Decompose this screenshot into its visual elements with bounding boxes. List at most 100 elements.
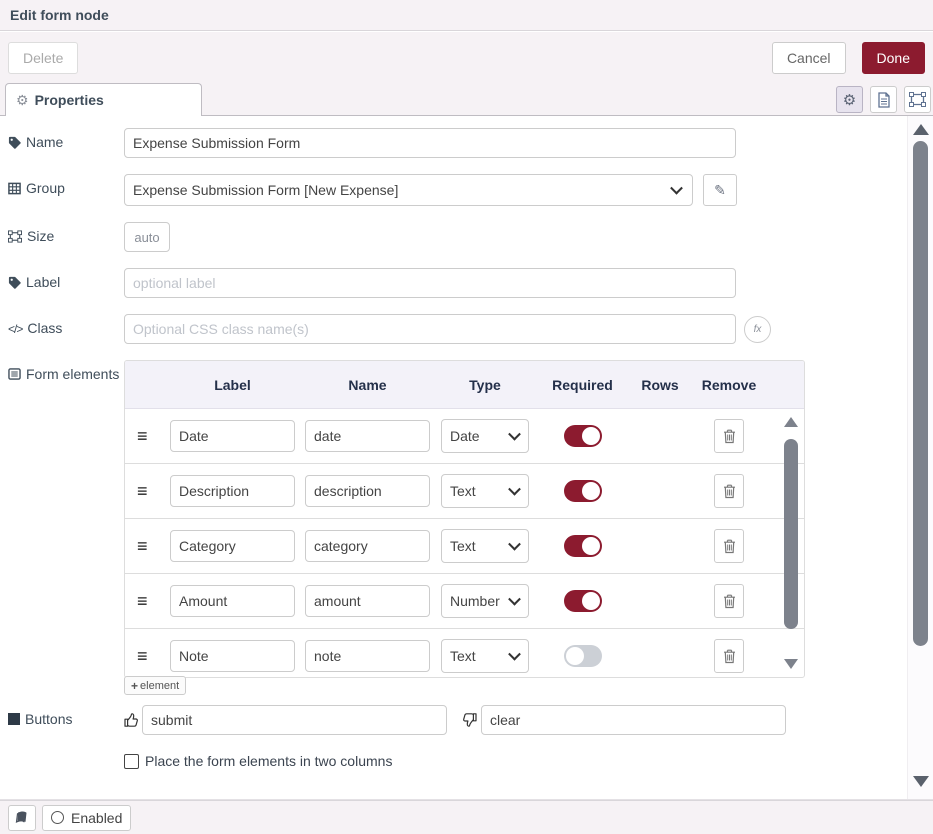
- scroll-down-icon[interactable]: [913, 776, 929, 787]
- toggle-knob: [582, 592, 600, 610]
- two-columns-row: Place the form elements in two columns: [124, 753, 925, 769]
- element-label-input[interactable]: [170, 530, 295, 562]
- dialog-header: Edit form node: [0, 0, 933, 31]
- column-header: Name: [300, 377, 435, 393]
- element-label-input[interactable]: [170, 475, 295, 507]
- trash-icon: [723, 649, 736, 664]
- element-type-select[interactable]: Date: [441, 419, 529, 453]
- scrollbar-thumb[interactable]: [913, 141, 928, 646]
- dialog-title: Edit form node: [10, 7, 109, 23]
- size-label: Size: [8, 222, 124, 245]
- group-select[interactable]: Expense Submission Form [New Expense]: [124, 174, 693, 206]
- element-label-input[interactable]: [170, 420, 295, 452]
- element-row: ≡ Number: [125, 574, 804, 629]
- drag-handle-icon[interactable]: ≡: [137, 647, 148, 665]
- class-row: </> Class fx: [8, 314, 925, 344]
- drag-handle-icon[interactable]: ≡: [137, 427, 148, 445]
- help-button[interactable]: [8, 805, 36, 831]
- trash-icon: [723, 484, 736, 499]
- column-header: Type: [435, 377, 535, 393]
- scroll-up-icon[interactable]: [913, 124, 929, 135]
- name-input[interactable]: [124, 128, 736, 158]
- element-row: ≡ Text: [125, 629, 804, 677]
- element-name-input[interactable]: [305, 475, 430, 507]
- submit-button-label-input[interactable]: [142, 705, 447, 735]
- thumbs-down-icon: [461, 712, 477, 728]
- scroll-down-icon[interactable]: [784, 659, 798, 669]
- name-label: Name: [8, 128, 124, 151]
- table-scrollbar[interactable]: [783, 417, 799, 669]
- delete-button[interactable]: Delete: [8, 42, 78, 74]
- fx-dynamic-button[interactable]: fx: [744, 316, 771, 343]
- tab-properties[interactable]: ⚙ Properties: [5, 83, 202, 116]
- scrollbar-thumb[interactable]: [784, 439, 798, 629]
- document-icon: [877, 92, 891, 108]
- required-toggle[interactable]: [564, 535, 602, 557]
- trash-icon: [723, 539, 736, 554]
- element-type-select[interactable]: Text: [441, 474, 529, 508]
- element-name-input[interactable]: [305, 530, 430, 562]
- element-label-input[interactable]: [170, 640, 295, 672]
- element-name-input[interactable]: [305, 585, 430, 617]
- element-name-input[interactable]: [305, 640, 430, 672]
- two-columns-checkbox[interactable]: [124, 754, 139, 769]
- element-type-select[interactable]: Number: [441, 584, 529, 618]
- add-element-button[interactable]: +element: [124, 676, 186, 695]
- drag-handle-icon[interactable]: ≡: [137, 482, 148, 500]
- thumbs-up-icon: [124, 712, 140, 728]
- element-row: ≡ Date: [125, 409, 804, 464]
- label-label: Label: [8, 268, 124, 291]
- required-toggle[interactable]: [564, 645, 602, 667]
- drag-handle-icon[interactable]: ≡: [137, 592, 148, 610]
- done-button[interactable]: Done: [862, 42, 925, 74]
- add-element-spacer: [8, 684, 124, 690]
- form-elements-row: Form elements LabelNameTypeRequiredRowsR…: [8, 360, 925, 678]
- required-toggle[interactable]: [564, 480, 602, 502]
- tag-icon: [8, 136, 21, 149]
- element-name-input[interactable]: [305, 420, 430, 452]
- element-row: ≡ Text: [125, 464, 804, 519]
- appearance-tab-icon-button[interactable]: [904, 86, 931, 113]
- delete-element-button[interactable]: [714, 529, 744, 563]
- square-icon: [8, 713, 20, 725]
- column-header: Required: [535, 377, 630, 393]
- scroll-up-icon[interactable]: [784, 417, 798, 427]
- label-input[interactable]: [124, 268, 736, 298]
- appearance-icon: [909, 92, 926, 107]
- drag-handle-icon[interactable]: ≡: [137, 537, 148, 555]
- required-toggle[interactable]: [564, 590, 602, 612]
- column-header: Rows: [630, 377, 690, 393]
- element-type-select[interactable]: Text: [441, 639, 529, 673]
- trash-icon: [723, 429, 736, 444]
- column-header: Label: [165, 377, 300, 393]
- size-auto-button[interactable]: auto: [124, 222, 170, 252]
- name-row: Name: [8, 128, 925, 158]
- form-elements-label: Form elements: [8, 360, 124, 383]
- properties-panel: Name Group Expense Submission Form [New …: [0, 116, 933, 800]
- class-input[interactable]: [124, 314, 736, 344]
- toggle-knob: [582, 427, 600, 445]
- plus-icon: +: [131, 679, 138, 693]
- delete-element-button[interactable]: [714, 639, 744, 673]
- dialog-footer: Enabled: [0, 800, 933, 834]
- main-scrollbar[interactable]: [907, 116, 933, 799]
- group-row: Group Expense Submission Form [New Expen…: [8, 174, 925, 206]
- delete-element-button[interactable]: [714, 474, 744, 508]
- cancel-button[interactable]: Cancel: [772, 42, 846, 74]
- clear-button-label-input[interactable]: [481, 705, 786, 735]
- enabled-toggle-button[interactable]: Enabled: [42, 805, 131, 831]
- group-label: Group: [8, 174, 124, 197]
- description-tab-icon-button[interactable]: [870, 86, 897, 113]
- edit-group-button[interactable]: ✎: [703, 174, 737, 206]
- element-label-input[interactable]: [170, 585, 295, 617]
- toggle-knob: [582, 482, 600, 500]
- enabled-circle-icon: [51, 811, 64, 824]
- tag-icon: [8, 276, 21, 289]
- delete-element-button[interactable]: [714, 584, 744, 618]
- required-toggle[interactable]: [564, 425, 602, 447]
- element-type-select[interactable]: Text: [441, 529, 529, 563]
- gear-icon: ⚙: [16, 92, 29, 109]
- list-alt-icon: [8, 368, 21, 380]
- delete-element-button[interactable]: [714, 419, 744, 453]
- properties-tab-icon-button[interactable]: ⚙: [836, 86, 863, 113]
